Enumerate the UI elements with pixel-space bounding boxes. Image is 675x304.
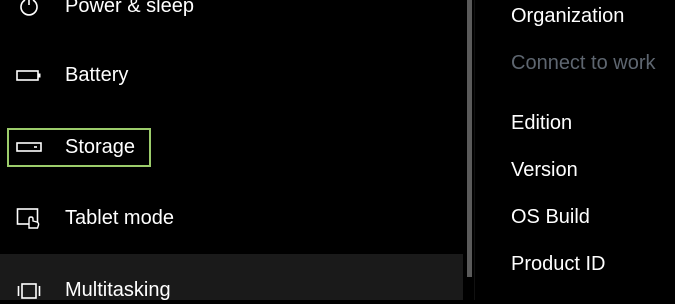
multitasking-icon <box>16 278 42 304</box>
nav-item-label: Power & sleep <box>65 0 194 17</box>
storage-icon <box>16 134 42 160</box>
edition-label: Edition <box>511 112 573 134</box>
nav-item-label: Multitasking <box>65 279 171 301</box>
product-id-label: Product ID <box>511 253 606 275</box>
nav-item-label: Battery <box>65 64 129 86</box>
nav-item-power-sleep[interactable]: Power & sleep <box>0 0 463 30</box>
nav-item-label: Storage <box>65 136 136 158</box>
nav-item-label: Tablet mode <box>65 207 174 229</box>
connect-to-work-link[interactable]: Connect to work <box>511 51 656 75</box>
nav-scrollbar[interactable] <box>467 0 472 277</box>
os-build-label: OS Build <box>511 206 590 228</box>
organization-label: Organization <box>511 5 625 27</box>
settings-nav: Power & sleep Battery Storage Tablet mod… <box>0 0 469 301</box>
tablet-mode-icon <box>16 205 42 231</box>
about-panel: Organization Connect to work Edition Ver… <box>475 0 675 300</box>
nav-item-tablet-mode[interactable]: Tablet mode <box>0 194 463 242</box>
power-icon <box>16 0 42 19</box>
nav-item-multitasking[interactable]: Multitasking <box>0 254 463 301</box>
battery-icon <box>16 62 42 88</box>
version-label: Version <box>511 159 578 181</box>
nav-item-storage[interactable]: Storage <box>0 123 463 171</box>
nav-item-battery[interactable]: Battery <box>0 51 463 99</box>
